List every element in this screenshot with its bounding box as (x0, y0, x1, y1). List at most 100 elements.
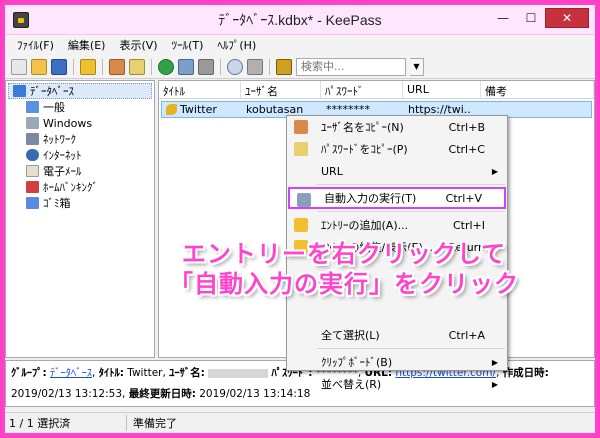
tree-item-label: ﾈｯﾄﾜｰｸ (43, 133, 76, 146)
network-icon (26, 133, 39, 145)
menu-item-shortcut: Ctrl+I (452, 218, 485, 232)
user-label: ﾕｰｻﾞ名: (169, 367, 205, 379)
homebanking-icon (26, 181, 39, 193)
new-database-icon[interactable] (11, 58, 27, 75)
menu-item-label: ﾕｰｻﾞ名をｺﾋﾟｰ(N) (321, 121, 404, 134)
menu-item-label: URL (321, 164, 343, 178)
group-icon[interactable] (198, 58, 214, 75)
tree-item-label: ｺﾞﾐ箱 (43, 197, 71, 210)
entry-list-header: ﾀｲﾄﾙ ﾕｰｻﾞ名 ﾊﾟｽﾜｰﾄﾞ URL 備考 (159, 81, 594, 99)
tree-item-label: Windows (43, 116, 93, 130)
submenu-arrow-icon: ▶ (491, 166, 498, 176)
status-selection: 1 / 1 選択済 (5, 415, 127, 431)
menu-separator (317, 184, 505, 185)
menu-item-label: ﾊﾟｽﾜｰﾄﾞをｺﾋﾟｰ(P) (321, 143, 408, 156)
menu-view[interactable]: 表示(V) (119, 37, 157, 53)
recycle-bin-icon (26, 197, 39, 209)
toolbar-separator (102, 58, 103, 75)
windows-icon (26, 117, 39, 129)
add-entry-icon[interactable] (80, 58, 96, 75)
column-header-password[interactable]: ﾊﾟｽﾜｰﾄﾞ (321, 81, 403, 98)
submenu-arrow-icon: ▶ (491, 379, 498, 389)
tree-item-email[interactable]: 電子ﾒｰﾙ (6, 163, 154, 179)
copy-username-icon[interactable] (109, 58, 125, 75)
keepass-window: ﾃﾞｰﾀﾍﾞｰｽ.kdbx* - KeePass — ☐ ✕ ﾌｧｲﾙ(F) 編… (5, 5, 595, 433)
tree-item-recycle-bin[interactable]: ｺﾞﾐ箱 (6, 195, 154, 211)
modified-label: 最終更新日時: (128, 388, 196, 400)
tree-item-label: ｲﾝﾀｰﾈｯﾄ (43, 149, 82, 162)
created-value: 2019/02/13 13:12:53, (11, 388, 126, 400)
title-value: Twitter, (127, 367, 166, 379)
window-controls: — ☐ ✕ (489, 8, 589, 28)
open-folder-icon[interactable] (31, 58, 47, 75)
tree-item-windows[interactable]: Windows (6, 115, 154, 131)
submenu-arrow-icon: ▶ (491, 357, 498, 367)
created-label: 作成日時: (502, 367, 549, 379)
column-header-notes[interactable]: 備考 (481, 81, 594, 98)
tree-item-network[interactable]: ﾈｯﾄﾜｰｸ (6, 131, 154, 147)
menu-help[interactable]: ﾍﾙﾌﾟ(H) (217, 37, 256, 53)
group-tree: ﾃﾞｰﾀﾍﾞｰｽ 一般 Windows ﾈｯﾄﾜｰｸ ｲﾝﾀｰﾈｯﾄ 電子ﾒｰﾙ (5, 80, 155, 358)
cell-title: Twitter (162, 102, 242, 117)
tools-icon[interactable] (247, 58, 263, 75)
menu-item-obscured-3[interactable] (287, 302, 507, 324)
menu-item-label: ｴﾝﾄﾘｰの追加(A)... (321, 219, 409, 232)
toolbar-separator (151, 58, 152, 75)
menu-bar: ﾌｧｲﾙ(F) 編集(E) 表示(V) ﾂｰﾙ(T) ﾍﾙﾌﾟ(H) (5, 35, 595, 55)
save-icon[interactable] (51, 58, 67, 75)
globe-icon (26, 149, 39, 161)
menu-item-sort[interactable]: 並べ替え(R) ▶ (287, 373, 507, 395)
menu-edit[interactable]: 編集(E) (68, 37, 106, 53)
blurred-username (208, 368, 269, 378)
menu-separator (317, 211, 505, 212)
column-header-title[interactable]: ﾀｲﾄﾙ (159, 81, 241, 98)
keyboard-icon (297, 193, 311, 207)
menu-item-label: 全て選択(L) (321, 329, 380, 342)
menu-item-copy-username[interactable]: ﾕｰｻﾞ名をｺﾋﾟｰ(N) Ctrl+B (287, 116, 507, 138)
window-title: ﾃﾞｰﾀﾍﾞｰｽ.kdbx* - KeePass (218, 11, 382, 28)
annotation-frame: ﾃﾞｰﾀﾍﾞｰｽ.kdbx* - KeePass — ☐ ✕ ﾌｧｲﾙ(F) 編… (3, 3, 597, 435)
tree-item-label: 一般 (43, 101, 65, 114)
tree-item-general[interactable]: 一般 (6, 99, 154, 115)
tree-item-label: ﾎｰﾑﾊﾞﾝｷﾝｸﾞ (43, 181, 98, 194)
close-button[interactable]: ✕ (545, 8, 589, 28)
menu-item-label: 並べ替え(R) (321, 378, 382, 391)
menu-item-perform-autotype[interactable]: 自動入力の実行(T) Ctrl+V (288, 187, 506, 209)
group-label: ｸﾞﾙｰﾌﾟ: (11, 367, 47, 379)
toolbar: ▼ (5, 55, 595, 79)
open-url-icon[interactable] (158, 58, 174, 75)
tree-item-internet[interactable]: ｲﾝﾀｰﾈｯﾄ (6, 147, 154, 163)
menu-item-select-all[interactable]: 全て選択(L) Ctrl+A (287, 324, 507, 346)
lock-workspace-icon[interactable] (276, 58, 292, 75)
find-icon[interactable] (227, 58, 243, 75)
search-dropdown-icon[interactable]: ▼ (410, 57, 424, 76)
menu-tools[interactable]: ﾂｰﾙ(T) (172, 37, 204, 53)
autotype-icon[interactable] (178, 58, 194, 75)
menu-item-shortcut: Ctrl+C (448, 142, 485, 156)
tree-item-database[interactable]: ﾃﾞｰﾀﾍﾞｰｽ (8, 83, 152, 99)
title-label: ﾀｲﾄﾙ: (98, 367, 124, 379)
menu-item-copy-password[interactable]: ﾊﾟｽﾜｰﾄﾞをｺﾋﾟｰ(P) Ctrl+C (287, 138, 507, 160)
minimize-button[interactable]: — (489, 8, 517, 28)
menu-file[interactable]: ﾌｧｲﾙ(F) (17, 37, 54, 53)
copy-password-icon[interactable] (129, 58, 145, 75)
menu-item-url[interactable]: URL ▶ (287, 160, 507, 182)
toolbar-separator (220, 58, 221, 75)
group-link[interactable]: ﾃﾞｰﾀﾍﾞｰｽ (50, 367, 92, 379)
key-icon (166, 104, 177, 115)
quick-search-input[interactable] (296, 57, 406, 76)
tree-item-homebanking[interactable]: ﾎｰﾑﾊﾞﾝｷﾝｸﾞ (6, 179, 154, 195)
column-header-username[interactable]: ﾕｰｻﾞ名 (241, 81, 321, 98)
menu-item-clipboard[interactable]: ｸﾘｯﾌﾟﾎﾞｰﾄﾞ(B) ▶ (287, 351, 507, 373)
add-entry-icon (294, 218, 308, 232)
user-icon (294, 120, 308, 134)
menu-item-shortcut: Ctrl+A (448, 328, 485, 342)
status-bar: 1 / 1 選択済 準備完了 (5, 412, 595, 433)
annotation-caption-line-2: 「自動入力の実行」をクリック (169, 270, 519, 298)
menu-item-shortcut: Ctrl+V (445, 191, 482, 205)
status-state: 準備完了 (133, 417, 177, 430)
keepass-lock-icon (13, 12, 29, 28)
menu-item-add-entry[interactable]: ｴﾝﾄﾘｰの追加(A)... Ctrl+I (287, 214, 507, 236)
maximize-button[interactable]: ☐ (517, 8, 545, 28)
column-header-url[interactable]: URL (403, 81, 481, 98)
